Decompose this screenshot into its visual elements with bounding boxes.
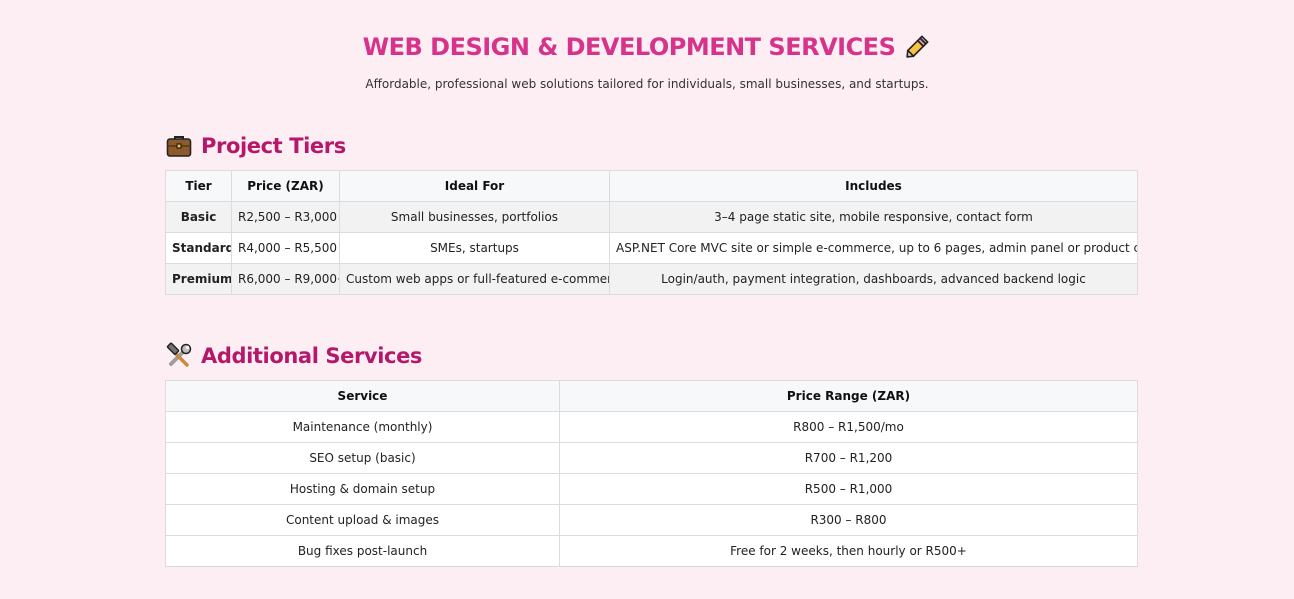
service-cell: SEO setup (basic) (165, 442, 560, 474)
project-tiers-table: Tier Price (ZAR) Ideal For Includes Basi… (165, 170, 1138, 295)
ideal-for-cell: Small businesses, portfolios (339, 201, 610, 233)
table-header-row: Tier Price (ZAR) Ideal For Includes (165, 170, 1138, 202)
additional-services-title: Additional Services (201, 344, 423, 368)
page-title: WEB DESIGN & DEVELOPMENT SERVICES (363, 30, 932, 64)
project-tiers-title: Project Tiers (201, 134, 346, 158)
tier-cell: Standard (165, 232, 232, 264)
table-row: Premium R6,000 – R9,000+ Custom web apps… (165, 263, 1138, 295)
column-header: Includes (609, 170, 1138, 202)
price-range-cell: R700 – R1,200 (559, 442, 1138, 474)
includes-cell: Login/auth, payment integration, dashboa… (609, 263, 1138, 295)
table-row: Standard R4,000 – R5,500 SMEs, startups … (165, 232, 1138, 264)
table-row: Hosting & domain setup R500 – R1,000 (165, 473, 1138, 505)
tier-cell: Basic (165, 201, 232, 233)
ideal-for-cell: SMEs, startups (339, 232, 610, 264)
column-header: Service (165, 380, 560, 412)
table-row: SEO setup (basic) R700 – R1,200 (165, 442, 1138, 474)
service-cell: Bug fixes post-launch (165, 535, 560, 567)
price-cell: R4,000 – R5,500 (231, 232, 340, 264)
price-range-cell: R800 – R1,500/mo (559, 411, 1138, 443)
includes-cell: ASP.NET Core MVC site or simple e-commer… (609, 232, 1138, 264)
project-tiers-heading: Project Tiers (165, 132, 346, 160)
table-row: Maintenance (monthly) R800 – R1,500/mo (165, 411, 1138, 443)
additional-services-table: Service Price Range (ZAR) Maintenance (m… (165, 380, 1138, 567)
price-range-cell: R300 – R800 (559, 504, 1138, 536)
briefcase-icon (166, 136, 192, 157)
table-header-row: Service Price Range (ZAR) (165, 380, 1138, 412)
ideal-for-cell: Custom web apps or full-featured e-comme… (339, 263, 610, 295)
price-cell: R2,500 – R3,000 (231, 201, 340, 233)
column-header: Tier (165, 170, 232, 202)
includes-cell: 3–4 page static site, mobile responsive,… (609, 201, 1138, 233)
additional-services-heading: Additional Services (165, 342, 422, 370)
page: WEB DESIGN & DEVELOPMENT SERVICES Afford… (0, 0, 1294, 599)
table-row: Bug fixes post-launch Free for 2 weeks, … (165, 535, 1138, 567)
hammer-wrench-icon (166, 342, 192, 367)
tier-cell: Premium (165, 263, 232, 295)
column-header: Price Range (ZAR) (559, 380, 1138, 412)
page-title-text: WEB DESIGN & DEVELOPMENT SERVICES (362, 33, 896, 61)
service-cell: Hosting & domain setup (165, 473, 560, 505)
price-range-cell: Free for 2 weeks, then hourly or R500+ (559, 535, 1138, 567)
service-cell: Maintenance (monthly) (165, 411, 560, 443)
pencil-icon (906, 35, 930, 58)
page-header: WEB DESIGN & DEVELOPMENT SERVICES Afford… (0, 30, 1294, 91)
column-header: Price (ZAR) (231, 170, 340, 202)
price-cell: R6,000 – R9,000+ (231, 263, 340, 295)
page-subtitle: Affordable, professional web solutions t… (365, 77, 929, 91)
service-cell: Content upload & images (165, 504, 560, 536)
table-row: Content upload & images R300 – R800 (165, 504, 1138, 536)
table-row: Basic R2,500 – R3,000 Small businesses, … (165, 201, 1138, 233)
price-range-cell: R500 – R1,000 (559, 473, 1138, 505)
column-header: Ideal For (339, 170, 610, 202)
